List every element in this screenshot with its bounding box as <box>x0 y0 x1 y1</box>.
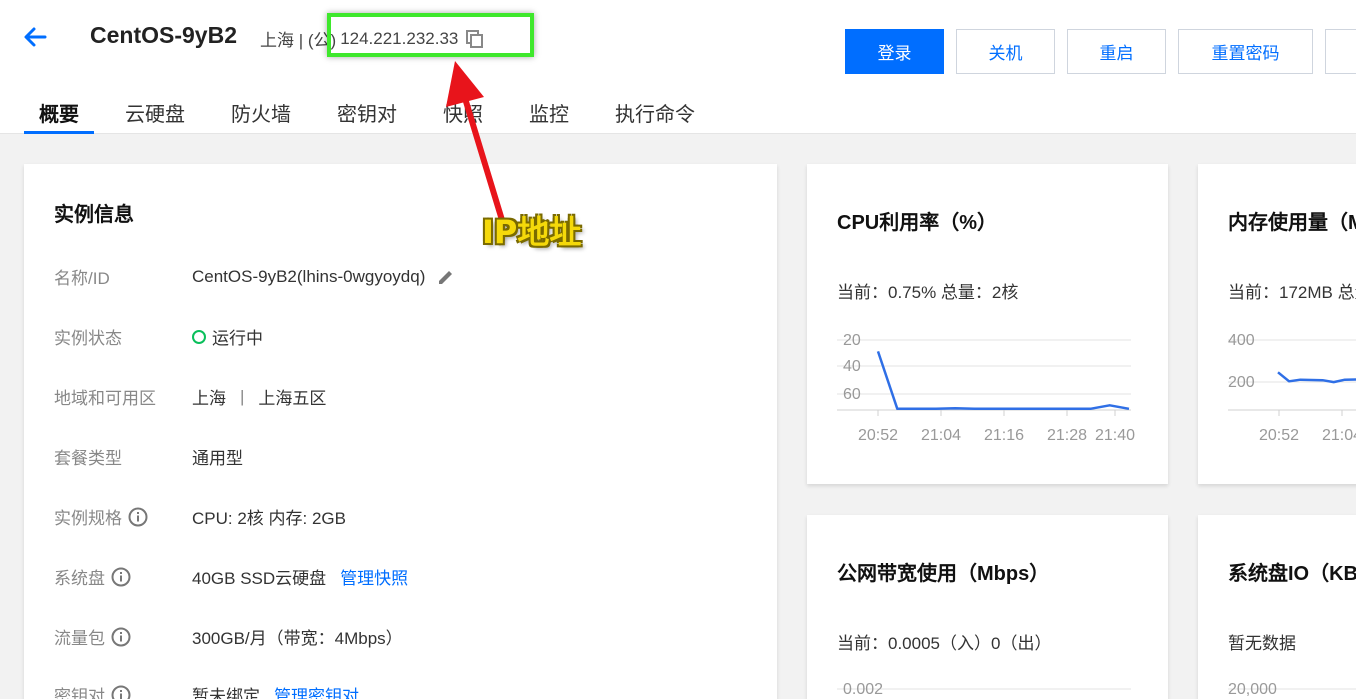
tab-firewall[interactable]: 防火墙 <box>216 92 306 134</box>
tab-key-pairs[interactable]: 密钥对 <box>322 92 412 134</box>
info-label: 实例规格 <box>54 509 122 528</box>
y-tick-label: 20,000 <box>1228 681 1277 698</box>
help-info-icon[interactable] <box>111 627 131 647</box>
info-card-title: 实例信息 <box>54 204 134 226</box>
series-line <box>876 351 1130 411</box>
package-value: 通用型 <box>192 449 243 468</box>
instance-info-card: 实例信息 名称/ID CentOS-9yB2(lhins-0wgyoydq) 实… <box>24 164 777 699</box>
restart-button[interactable]: 重启 <box>1067 29 1166 74</box>
status-running-icon <box>192 329 206 344</box>
disk-io-card: 系统盘IO（KB 暂无数据 20,000 <box>1198 515 1356 699</box>
tab-cloud-disk[interactable]: 云硬盘 <box>110 92 200 134</box>
back-arrow-icon[interactable] <box>22 24 48 50</box>
cpu-current: 当前：0.75% 总量：2核 <box>837 283 1019 302</box>
help-info-icon[interactable] <box>128 507 148 527</box>
instance-tabs: 概要 云硬盘 防火墙 密钥对 快照 监控 执行命令 <box>24 92 726 134</box>
y-tick-label: 20 <box>843 332 861 349</box>
y-tick-label: 200 <box>1228 374 1255 391</box>
info-row-status: 实例状态 运行中 <box>54 324 754 349</box>
y-tick-label: 0.002 <box>843 681 883 698</box>
bandwidth-chart: 0.002 <box>837 681 1131 698</box>
info-row-package: 套餐类型 通用型 <box>54 444 754 469</box>
info-row-traffic: 流量包 300GB/月（带宽：4Mbps） <box>54 624 754 649</box>
y-tick-label: 400 <box>1228 332 1255 349</box>
disk-card-title: 系统盘IO（KB <box>1228 563 1356 585</box>
info-label: 实例状态 <box>54 329 122 348</box>
shutdown-button[interactable]: 关机 <box>956 29 1055 74</box>
manage-keypairs-link[interactable]: 管理密钥对 <box>274 682 359 699</box>
cpu-usage-card: CPU利用率（%） 当前：0.75% 总量：2核 20 40 60 20:52 21:0… <box>807 164 1168 484</box>
cpu-chart: 20 40 60 20:52 21:04 21:16 21:28 21:40 <box>837 332 1135 444</box>
edit-pencil-icon[interactable] <box>437 268 455 286</box>
disk-current: 暂无数据 <box>1228 634 1296 653</box>
tab-run-command[interactable]: 执行命令 <box>600 92 710 134</box>
x-tick-label: 21:16 <box>984 427 1024 444</box>
y-tick-label: 60 <box>843 386 861 403</box>
zone-value: 上海五区 <box>258 389 327 408</box>
cpu-card-title: CPU利用率（%） <box>837 212 998 234</box>
help-info-icon[interactable] <box>111 685 131 699</box>
info-label: 系统盘 <box>54 569 105 588</box>
x-tick-label: 21:28 <box>1047 427 1087 444</box>
info-row-spec: 实例规格 CPU: 2核 内存: 2GB <box>54 504 754 529</box>
bandwidth-card-title: 公网带宽使用（Mbps） <box>837 563 1050 585</box>
bandwidth-card: 公网带宽使用（Mbps） 当前：0.0005（入）0（出） 0.002 <box>807 515 1168 699</box>
annotation-label: IP地址 <box>482 213 582 251</box>
series-line <box>1277 371 1356 384</box>
x-tick-label: 21:04 <box>1322 427 1356 444</box>
more-button[interactable] <box>1325 29 1356 74</box>
keypair-value: 暂未绑定 <box>192 687 260 699</box>
info-row-system-disk: 系统盘 40GB SSD云硬盘 管理快照 <box>54 564 754 589</box>
tab-overview[interactable]: 概要 <box>24 92 94 134</box>
separator: | <box>240 386 245 406</box>
instance-name-value: CentOS-9yB2(lhins-0wgyoydq) <box>192 266 426 286</box>
info-label: 流量包 <box>54 629 105 648</box>
memory-chart: 200 400 20:52 21:04 <box>1228 332 1356 444</box>
disk-io-chart: 20,000 <box>1228 681 1356 698</box>
info-label: 地域和可用区 <box>54 389 156 408</box>
info-row-region: 地域和可用区 上海 | 上海五区 <box>54 384 754 409</box>
x-tick-label: 21:40 <box>1095 427 1135 444</box>
memory-current: 当前：172MB 总量 <box>1228 283 1356 302</box>
instance-region: 上海 | (公) <box>260 31 337 50</box>
info-label: 套餐类型 <box>54 449 122 468</box>
info-label: 名称/ID <box>54 269 110 288</box>
system-disk-value: 40GB SSD云硬盘 <box>192 569 327 588</box>
login-button[interactable]: 登录 <box>845 29 944 74</box>
bandwidth-current: 当前：0.0005（入）0（出） <box>837 634 1052 653</box>
memory-usage-card: 内存使用量（M 当前：172MB 总量 200 400 20:52 21:04 <box>1198 164 1356 484</box>
ip-highlight-box <box>327 13 534 57</box>
info-row-keypair: 密钥对 暂未绑定 管理密钥对 <box>54 682 754 699</box>
tab-monitoring[interactable]: 监控 <box>514 92 584 134</box>
x-tick-label: 20:52 <box>1259 427 1299 444</box>
instance-header: CentOS-9yB2 上海 | (公) 124.221.232.33 登录 关… <box>0 0 1356 134</box>
spec-value: CPU: 2核 内存: 2GB <box>192 509 346 528</box>
info-label: 密钥对 <box>54 687 105 699</box>
info-row-name: 名称/ID CentOS-9yB2(lhins-0wgyoydq) <box>54 264 754 289</box>
annotation-arrow-icon <box>446 61 505 223</box>
region-value: 上海 <box>192 389 226 408</box>
traffic-value: 300GB/月（带宽：4Mbps） <box>192 629 403 648</box>
help-info-icon[interactable] <box>111 567 131 587</box>
memory-card-title: 内存使用量（M <box>1228 212 1356 234</box>
y-tick-label: 40 <box>843 358 861 375</box>
reset-password-button[interactable]: 重置密码 <box>1178 29 1313 74</box>
status-value: 运行中 <box>212 329 263 348</box>
manage-snapshots-link[interactable]: 管理快照 <box>340 564 408 589</box>
x-tick-label: 21:04 <box>921 427 961 444</box>
instance-title: CentOS-9yB2 <box>90 22 237 48</box>
x-tick-label: 20:52 <box>858 427 898 444</box>
